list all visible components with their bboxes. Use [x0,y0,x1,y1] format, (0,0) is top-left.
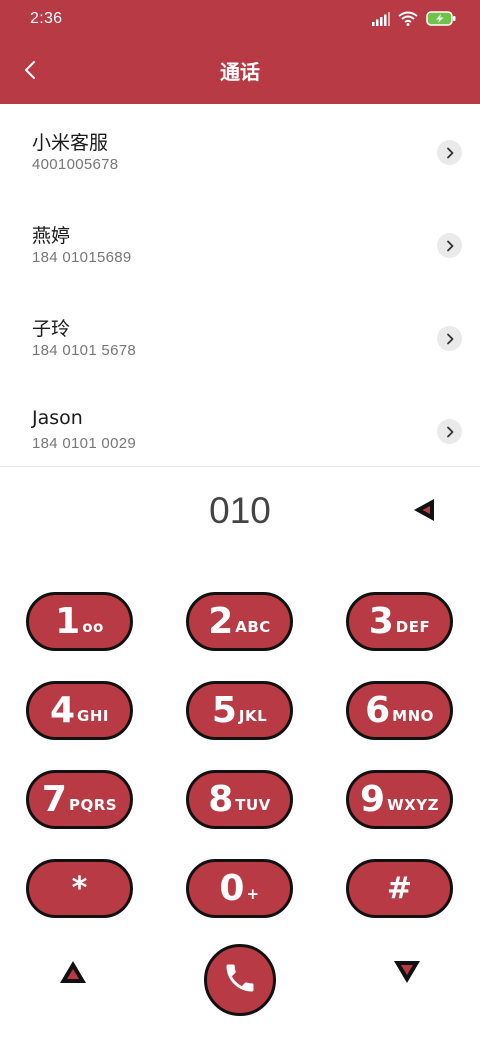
key-letters: DEF [395,617,431,636]
key-5[interactable]: 5 JKL [186,681,293,740]
status-icons [372,10,456,30]
key-0[interactable]: 0 + [186,859,293,918]
key-letters: PQRS [68,795,118,814]
key-letters: + [246,884,260,903]
contact-number: 184 0101 0029 [32,435,136,452]
key-3[interactable]: 3 DEF [346,592,453,651]
contact-number: 4001005678 [32,156,119,173]
backspace-button[interactable] [404,492,444,532]
triangle-up-icon [58,959,88,989]
key-letters: TUV [235,795,271,814]
contact-item[interactable]: Jason 184 0101 0029 [0,383,480,476]
key-letters: GHI [77,706,109,725]
dial-display: 010 [0,480,480,544]
status-time: 2:36 [30,10,63,27]
top-bar: 2:36 通话 [0,0,480,104]
key-digit: 3 [368,600,394,642]
contact-item[interactable]: 燕婷 184 01015689 [0,197,480,290]
key-6[interactable]: 6 MNO [346,681,453,740]
chevron-right-icon[interactable] [437,326,462,351]
signal-icon [372,11,390,30]
key-star[interactable]: * [26,859,133,918]
key-digit: # [386,871,413,906]
scroll-up-button[interactable] [53,954,93,994]
key-7[interactable]: 7 PQRS [26,770,133,829]
chevron-right-icon[interactable] [437,419,462,444]
key-digit: * [71,871,88,906]
wifi-icon [398,11,418,30]
key-letters: MNO [392,706,434,725]
key-letters: JKL [238,706,268,725]
key-1[interactable]: 1 oo [26,592,133,651]
key-digit: 8 [208,778,234,820]
key-digit: 7 [41,778,67,820]
key-2[interactable]: 2 ABC [186,592,293,651]
contact-item[interactable]: 子玲 184 0101 5678 [0,290,480,383]
battery-charging-icon [426,10,456,30]
chevron-right-icon[interactable] [437,140,462,165]
app-bar: 通话 [0,40,480,104]
key-digit: 5 [211,689,237,731]
key-letters: WXYZ [387,795,439,814]
triangle-down-icon [392,959,422,989]
status-bar: 2:36 [0,0,480,40]
contact-number: 184 0101 5678 [32,342,136,359]
key-letters: oo [82,617,104,636]
key-9[interactable]: 9 WXYZ [346,770,453,829]
contact-name: 子玲 [32,318,71,340]
page-title: 通话 [220,60,260,84]
divider [0,466,480,467]
phone-icon [222,960,258,1000]
chevron-right-icon[interactable] [437,233,462,258]
contact-name: Jason [32,407,83,429]
contact-number: 184 01015689 [32,249,132,266]
contact-item[interactable]: 小米客服 4001005678 [0,104,480,197]
contact-list: 小米客服 4001005678 燕婷 184 01015689 子玲 184 0… [0,104,480,466]
contact-name: 燕婷 [32,225,71,247]
key-digit: 1 [55,600,81,642]
key-hash[interactable]: # [346,859,453,918]
key-digit: 4 [49,689,76,731]
key-4[interactable]: 4 GHI [26,681,133,740]
key-digit: 2 [208,600,234,642]
key-digit: 6 [365,689,391,731]
backspace-triangle-icon [411,497,437,527]
key-digit: 0 [219,867,245,909]
scroll-down-button[interactable] [387,954,427,994]
contact-name: 小米客服 [32,132,109,154]
key-8[interactable]: 8 TUV [186,770,293,829]
key-letters: ABC [235,617,271,636]
key-digit: 9 [360,778,386,820]
call-button[interactable] [204,944,276,1016]
